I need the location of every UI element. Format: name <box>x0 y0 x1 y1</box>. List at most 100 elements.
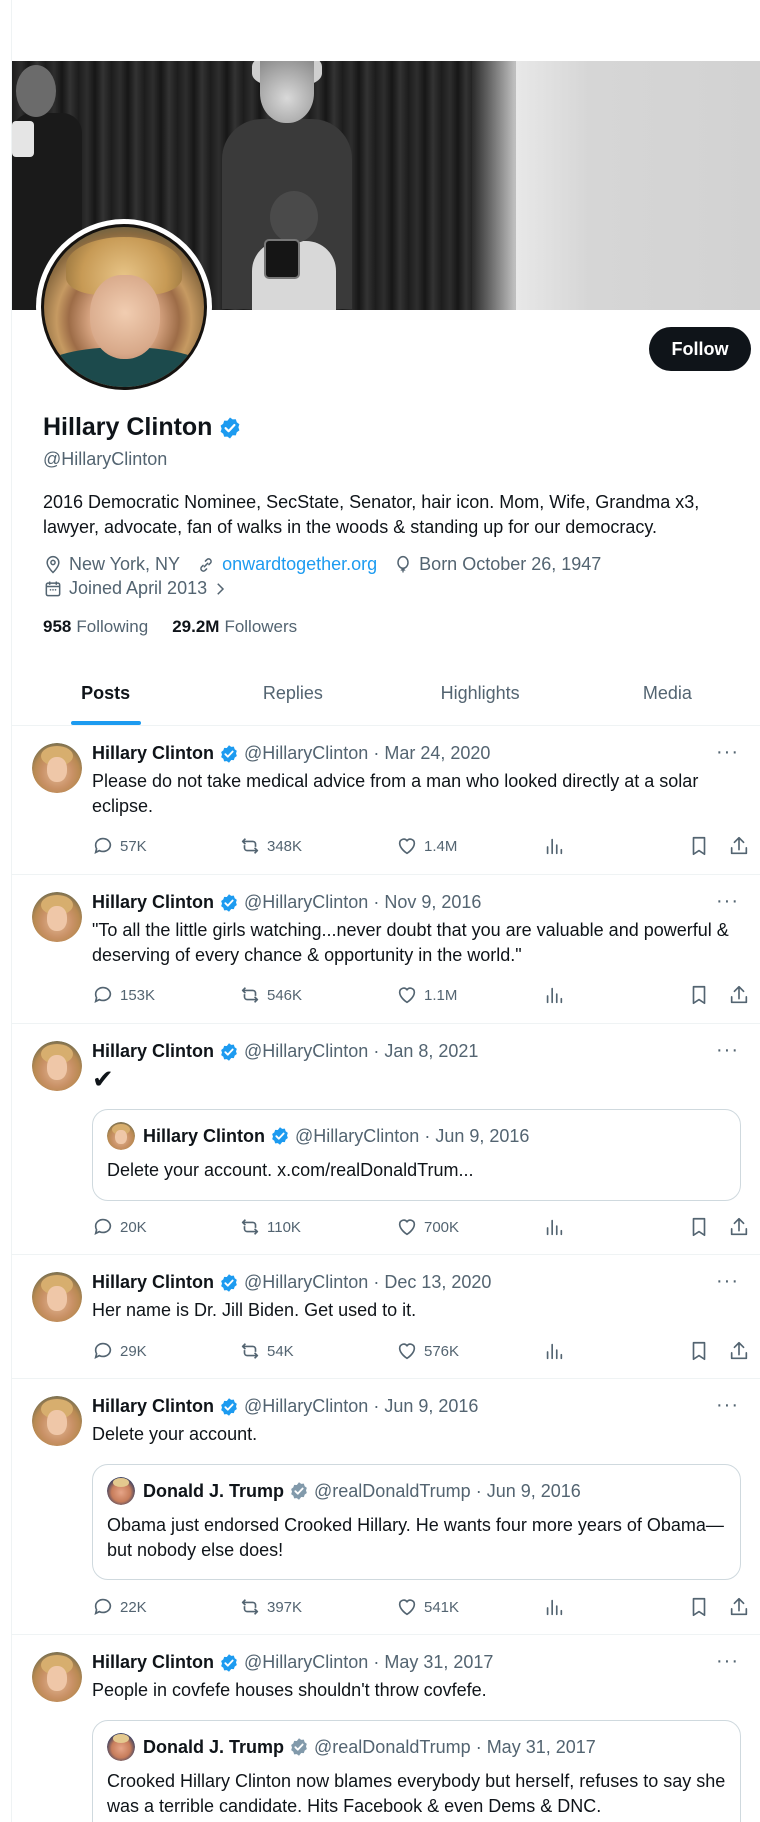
post-author-handle[interactable]: @HillaryClinton <box>244 1652 368 1673</box>
repost-count: 54K <box>267 1342 294 1360</box>
verified-badge-icon[interactable] <box>218 416 242 440</box>
post-author-handle[interactable]: @HillaryClinton <box>244 1272 368 1293</box>
post[interactable]: Hillary Clinton @HillaryClinton · Jun 9,… <box>12 1380 760 1635</box>
tab-posts[interactable]: Posts <box>12 668 199 725</box>
post-avatar[interactable] <box>32 1652 82 1702</box>
like-button[interactable]: 1.1M <box>396 984 457 1006</box>
post[interactable]: Hillary Clinton @HillaryClinton · Nov 9,… <box>12 876 760 1024</box>
post-author-handle[interactable]: @HillaryClinton <box>244 743 368 764</box>
repost-icon <box>241 1343 259 1359</box>
like-button[interactable]: 1.4M <box>396 835 457 857</box>
bookmark-button[interactable] <box>688 1216 716 1238</box>
post-author-handle[interactable]: @HillaryClinton <box>244 892 368 913</box>
like-button[interactable]: 700K <box>396 1216 459 1238</box>
post-avatar[interactable] <box>32 1272 82 1322</box>
tab-highlights-label: Highlights <box>440 683 520 703</box>
post-author-name[interactable]: Hillary Clinton <box>92 1041 214 1062</box>
views-button[interactable] <box>543 1216 571 1238</box>
more-options-icon[interactable]: ··· <box>716 1650 739 1673</box>
post-author-handle[interactable]: @HillaryClinton <box>244 1041 368 1062</box>
share-icon <box>730 1341 748 1360</box>
views-button[interactable] <box>543 835 571 857</box>
post-actions: 153K 546K 1.1M <box>92 984 752 1008</box>
profile-joined-row[interactable]: Joined April 2013 <box>43 578 229 599</box>
verified-badge-icon <box>221 744 237 763</box>
post-date[interactable]: Mar 24, 2020 <box>384 743 490 764</box>
repost-button[interactable]: 348K <box>239 835 302 857</box>
reply-button[interactable]: 57K <box>92 835 147 857</box>
verified-badge-icon <box>221 893 237 912</box>
reply-button[interactable]: 29K <box>92 1340 147 1362</box>
post[interactable]: Hillary Clinton @HillaryClinton · Dec 13… <box>12 1256 760 1379</box>
bookmark-button[interactable] <box>688 1596 716 1618</box>
share-button[interactable] <box>728 1596 756 1618</box>
profile-page: Follow Hillary Clinton @HillaryClinton 2… <box>0 0 760 1822</box>
post-author-name[interactable]: Hillary Clinton <box>92 743 214 764</box>
share-button[interactable] <box>728 1340 756 1362</box>
post-date[interactable]: May 31, 2017 <box>384 1652 493 1673</box>
share-button[interactable] <box>728 1216 756 1238</box>
post-author-name[interactable]: Hillary Clinton <box>92 1396 214 1417</box>
post-avatar[interactable] <box>32 892 82 942</box>
views-button[interactable] <box>543 1340 571 1362</box>
post[interactable]: Hillary Clinton @HillaryClinton · Mar 24… <box>12 727 760 875</box>
more-options-icon[interactable]: ··· <box>716 890 739 913</box>
post[interactable]: Hillary Clinton @HillaryClinton · Jan 8,… <box>12 1025 760 1255</box>
share-button[interactable] <box>728 835 756 857</box>
follow-button[interactable]: Follow <box>649 327 751 371</box>
post-avatar[interactable] <box>32 1041 82 1091</box>
like-count: 576K <box>424 1342 460 1360</box>
website-link[interactable]: onwardtogether.org <box>222 554 377 575</box>
quoted-post-avatar <box>107 1477 135 1505</box>
verified-badge-icon <box>272 1127 288 1145</box>
tab-replies[interactable]: Replies <box>199 668 386 725</box>
reply-button[interactable]: 22K <box>92 1596 147 1618</box>
post-avatar[interactable] <box>32 743 82 793</box>
repost-button[interactable]: 110K <box>239 1216 301 1238</box>
like-button[interactable]: 541K <box>396 1596 459 1618</box>
bookmark-button[interactable] <box>688 835 716 857</box>
more-options-icon[interactable]: ··· <box>716 1039 739 1062</box>
repost-button[interactable]: 546K <box>239 984 302 1006</box>
post-header: Hillary Clinton @HillaryClinton · Mar 24… <box>92 743 490 764</box>
quoted-post[interactable]: Donald J. Trump @realDonaldTrump · May 3… <box>92 1720 741 1822</box>
share-button[interactable] <box>728 984 756 1006</box>
post-date[interactable]: Jun 9, 2016 <box>384 1396 478 1417</box>
tab-highlights[interactable]: Highlights <box>387 668 574 725</box>
like-button[interactable]: 576K <box>396 1340 459 1362</box>
more-options-icon[interactable]: ··· <box>716 1270 739 1293</box>
reply-count: 153K <box>120 986 156 1004</box>
post-avatar[interactable] <box>32 1396 82 1446</box>
more-options-icon[interactable]: ··· <box>716 741 739 764</box>
bookmark-button[interactable] <box>688 1340 716 1362</box>
post-author-name[interactable]: Hillary Clinton <box>92 1652 214 1673</box>
followers-link[interactable]: 29.2M Followers <box>172 617 297 637</box>
quoted-post[interactable]: Hillary Clinton @HillaryClinton · Jun 9,… <box>92 1109 741 1201</box>
post-author-handle[interactable]: @HillaryClinton <box>244 1396 368 1417</box>
post-actions: 29K 54K 576K <box>92 1340 752 1364</box>
post-author-name[interactable]: Hillary Clinton <box>92 892 214 913</box>
reply-button[interactable]: 153K <box>92 984 155 1006</box>
post-text: People in covfefe houses shouldn't throw… <box>92 1680 487 1700</box>
post-date[interactable]: Jan 8, 2021 <box>384 1041 478 1062</box>
post[interactable]: Hillary Clinton @HillaryClinton · May 31… <box>12 1636 760 1822</box>
post-author-name[interactable]: Hillary Clinton <box>92 1272 214 1293</box>
profile-avatar[interactable] <box>36 219 212 395</box>
repost-button[interactable]: 397K <box>239 1596 302 1618</box>
post-date[interactable]: Nov 9, 2016 <box>384 892 481 913</box>
separator-dot: · <box>475 1480 482 1501</box>
tab-media[interactable]: Media <box>574 668 760 725</box>
quoted-post[interactable]: Donald J. Trump @realDonaldTrump · Jun 9… <box>92 1464 741 1580</box>
post-date[interactable]: Dec 13, 2020 <box>384 1272 491 1293</box>
reply-button[interactable]: 20K <box>92 1216 147 1238</box>
website-item[interactable]: onwardtogether.org <box>196 554 377 575</box>
heart-icon <box>398 1219 416 1236</box>
views-button[interactable] <box>543 1596 571 1618</box>
post-header: Hillary Clinton @HillaryClinton · Jan 8,… <box>92 1041 478 1062</box>
bookmark-button[interactable] <box>688 984 716 1006</box>
views-button[interactable] <box>543 984 571 1006</box>
following-link[interactable]: 958 Following <box>43 617 148 637</box>
chevron-right-icon <box>217 582 225 595</box>
more-options-icon[interactable]: ··· <box>716 1394 739 1417</box>
repost-button[interactable]: 54K <box>239 1340 294 1362</box>
